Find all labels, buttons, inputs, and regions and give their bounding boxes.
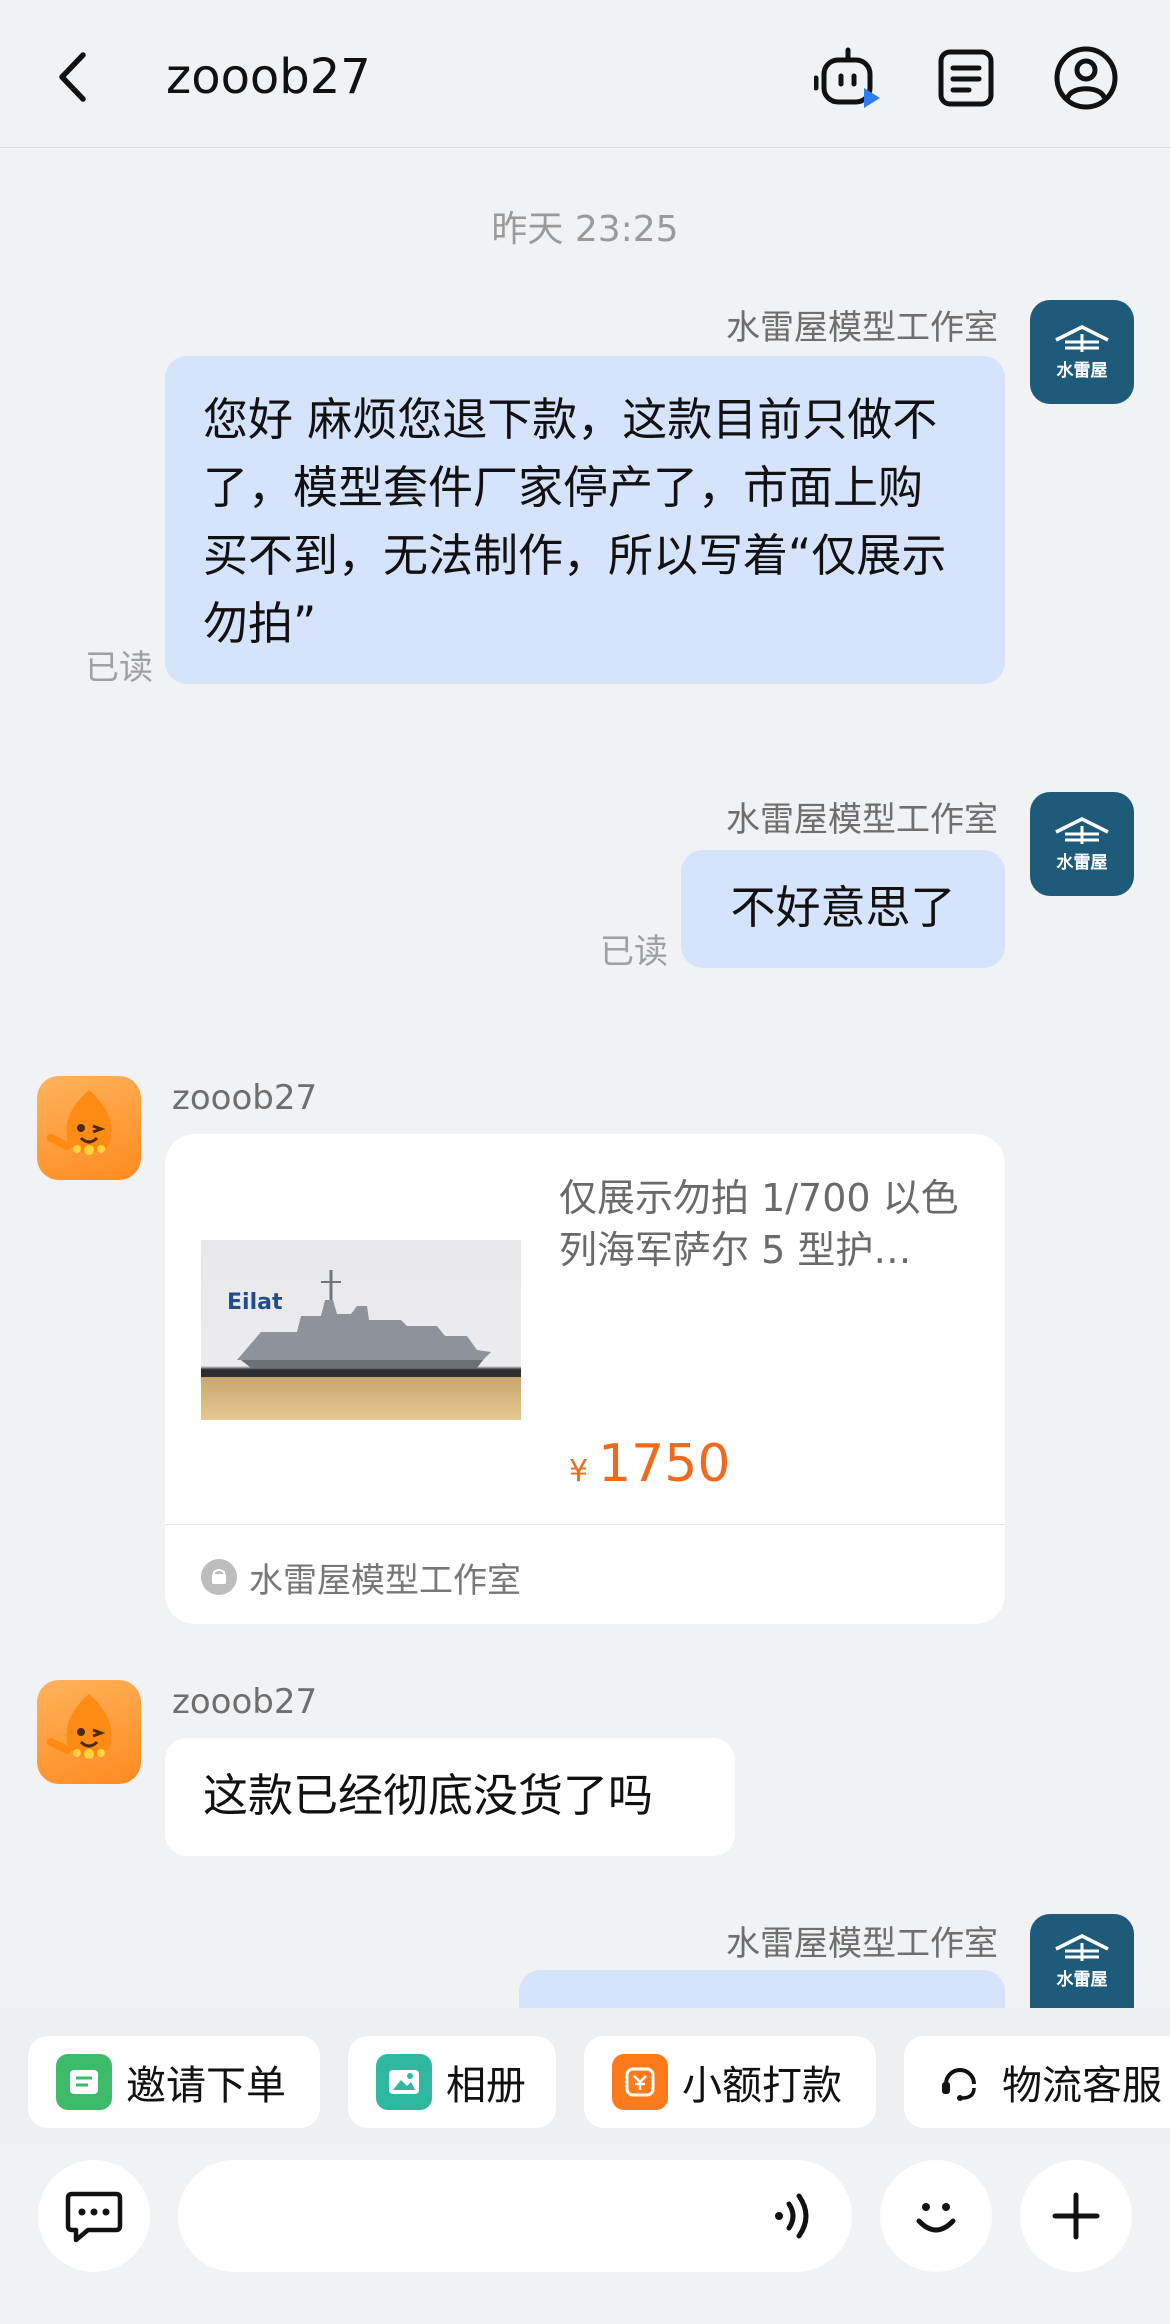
shop-avatar-text: 水雷屋 — [1056, 1969, 1108, 1990]
user-avatar[interactable] — [37, 1076, 141, 1180]
message-bubble[interactable]: 您好 麻烦您退下款，这款目前只做不了，模型套件厂家停产了，市面上购买不到，无法制… — [165, 356, 1005, 684]
quick-reply-button[interactable] — [38, 2160, 150, 2272]
album-icon — [376, 2054, 432, 2110]
chat-bubble-icon — [65, 2191, 123, 2243]
message-bubble[interactable]: 这款已经彻底没货了吗 — [165, 1738, 735, 1856]
product-image[interactable]: Eilat — [201, 1240, 521, 1420]
quick-action-label: 物流客服 — [1002, 2063, 1162, 2109]
house-logo-icon — [1055, 1933, 1109, 1961]
sender-name: zooob27 — [172, 1078, 318, 1118]
smiley-icon — [916, 2203, 956, 2233]
house-logo-icon — [1055, 324, 1109, 352]
product-image-label: Eilat — [227, 1290, 283, 1315]
user-avatar[interactable] — [37, 1680, 141, 1784]
invite-order-button[interactable]: 邀请下单 — [28, 2036, 320, 2128]
small-payment-button[interactable]: 小额打款 — [584, 2036, 876, 2128]
read-status: 已读 — [600, 932, 668, 972]
emoji-button[interactable] — [880, 2160, 992, 2272]
chat-title: zooob27 — [166, 49, 371, 105]
notes-button[interactable] — [930, 42, 1002, 114]
voice-input-button[interactable] — [760, 2188, 830, 2244]
logistics-service-icon — [932, 2054, 988, 2110]
quick-action-label: 邀请下单 — [126, 2063, 286, 2109]
product-card[interactable]: Eilat 仅展示勿拍 1/700 以色列海军萨尔 5 型护… ¥1750 水雷… — [165, 1134, 1005, 1624]
invite-order-icon — [56, 2054, 112, 2110]
card-shop-name: 水雷屋模型工作室 — [249, 1560, 521, 1601]
sender-name: zooob27 — [172, 1682, 318, 1722]
shop-avatar[interactable]: 水雷屋 — [1030, 1914, 1134, 2008]
quick-action-label: 小额打款 — [682, 2063, 842, 2109]
robot-icon — [814, 47, 880, 108]
message-timestamp: 昨天 23:25 — [491, 209, 679, 250]
robot-assistant-button[interactable] — [812, 42, 884, 114]
shop-avatar[interactable]: 水雷屋 — [1030, 792, 1134, 896]
card-shop-link[interactable]: 水雷屋模型工作室 — [201, 1552, 521, 1602]
card-divider — [165, 1524, 1005, 1525]
read-status: 已读 — [85, 648, 153, 688]
shop-icon — [201, 1559, 237, 1595]
chevron-left-icon — [59, 52, 86, 102]
currency-symbol: ¥ — [569, 1454, 589, 1489]
product-price: ¥1750 — [569, 1434, 730, 1494]
back-button[interactable] — [44, 44, 100, 110]
message-input[interactable] — [178, 2160, 852, 2272]
sender-name: 水雷屋模型工作室 — [726, 308, 998, 348]
quick-actions-bar: 邀请下单 相册 小额打款 物流客服 — [0, 2008, 1170, 2144]
user-profile-icon — [1054, 46, 1118, 110]
warship-image-icon — [237, 1270, 491, 1368]
shop-avatar[interactable]: 水雷屋 — [1030, 300, 1134, 404]
message-input-bar — [0, 2144, 1170, 2324]
product-title: 仅展示勿拍 1/700 以色列海军萨尔 5 型护… — [559, 1176, 959, 1272]
album-button[interactable]: 相册 — [348, 2036, 556, 2128]
mascot-avatar-icon — [47, 1090, 112, 1155]
shop-avatar-text: 水雷屋 — [1056, 360, 1108, 381]
voice-wave-icon — [775, 2193, 809, 2239]
message-bubble-partial[interactable] — [519, 1970, 1005, 2008]
mascot-avatar-icon — [47, 1694, 112, 1759]
shop-avatar-text: 水雷屋 — [1056, 852, 1108, 873]
quick-action-label: 相册 — [446, 2063, 526, 2109]
profile-button[interactable] — [1050, 42, 1122, 114]
document-list-icon — [938, 49, 994, 107]
logistics-service-button[interactable]: 物流客服 — [904, 2036, 1170, 2128]
sender-name: 水雷屋模型工作室 — [726, 800, 998, 840]
chat-header: zooob27 — [0, 0, 1170, 148]
small-payment-icon — [612, 2054, 668, 2110]
plus-icon — [1052, 2192, 1100, 2240]
house-logo-icon — [1055, 816, 1109, 844]
message-bubble[interactable]: 不好意思了 — [681, 850, 1005, 968]
price-value: 1750 — [598, 1434, 731, 1494]
more-actions-button[interactable] — [1020, 2160, 1132, 2272]
sender-name: 水雷屋模型工作室 — [726, 1924, 998, 1964]
